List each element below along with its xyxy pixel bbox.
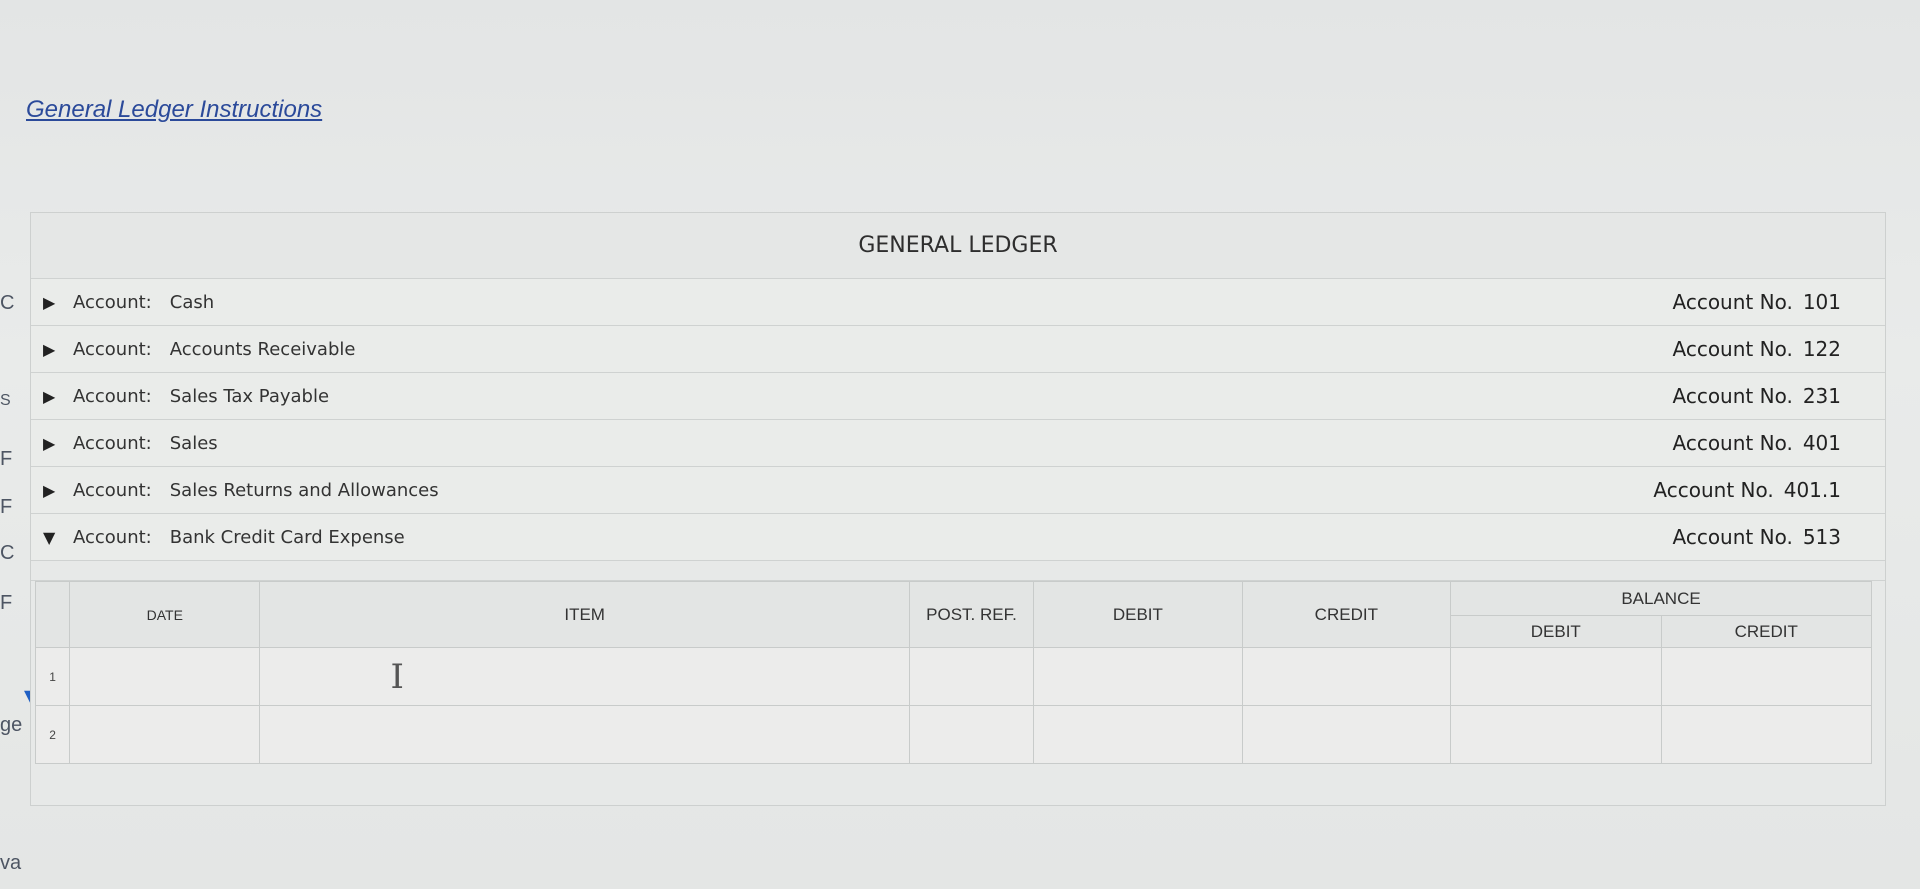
row-number-header [34,581,71,648]
account-number: 101 [1802,290,1841,314]
debit-cell[interactable] [1033,647,1243,706]
left-edge-letter: C [0,292,15,314]
debit-cell[interactable] [1033,705,1243,764]
triangle-right-icon: ▶ [43,433,56,453]
date-cell[interactable] [69,705,261,764]
ledger-entry-table: DATE ITEM POST. REF. DEBIT CREDIT BALANC… [34,581,1872,764]
general-ledger-instructions-link[interactable]: General Ledger Instructions [26,96,322,124]
account-name: Sales Tax Payable [169,385,330,407]
left-edge-clipped-text: C S F F C F ge va [0,0,28,889]
debit-header: DEBIT [1033,581,1243,648]
table-row: 1 I [34,647,1872,706]
account-label: Account: [73,338,152,360]
date-header: DATE [69,581,261,648]
account-label: Account: [73,385,152,407]
post-ref-header: POST. REF. [908,581,1035,648]
item-header: ITEM [259,581,910,648]
account-name: Sales Returns and Allowances [169,479,439,501]
triangle-right-icon: ▶ [43,292,56,312]
credit-cell[interactable] [1241,705,1452,764]
general-ledger-panel: GENERAL LEDGER ▶ Account: Cash Account N… [30,212,1886,806]
section-divider [31,561,1885,581]
text-cursor-icon: I [390,656,404,697]
account-number: 122 [1802,337,1841,361]
account-row-sales[interactable]: ▶ Account: Sales Account No. 401 [31,420,1885,467]
credit-cell[interactable] [1241,647,1452,706]
credit-header: CREDIT [1241,581,1452,648]
item-cell[interactable] [259,705,910,764]
balance-debit-cell[interactable] [1450,705,1662,764]
account-no-label: Account No. [1672,431,1793,455]
post-ref-cell[interactable] [908,647,1035,706]
account-row-bank-credit-card-expense[interactable]: ▼ Account: Bank Credit Card Expense Acco… [31,514,1885,561]
balance-credit-header: CREDIT [1660,615,1872,648]
balance-credit-cell[interactable] [1660,705,1872,764]
left-edge-letter: F [0,448,13,470]
account-name: Cash [169,291,215,313]
account-number: 401 [1802,431,1841,455]
account-no-label: Account No. [1653,478,1774,502]
account-name: Bank Credit Card Expense [169,526,405,548]
left-edge-letter: C [0,542,15,564]
account-label: Account: [73,479,152,501]
account-number: 513 [1802,525,1841,549]
triangle-down-icon: ▼ [43,527,56,547]
table-row: 2 [34,705,1872,764]
balance-header: BALANCE [1450,581,1872,616]
account-name: Accounts Receivable [169,338,356,360]
account-no-label: Account No. [1672,384,1793,408]
left-edge-letter: ge [0,714,23,736]
date-cell[interactable] [69,647,261,706]
account-label: Account: [73,432,152,454]
triangle-right-icon: ▶ [43,386,56,406]
left-edge-letter: F [0,592,13,614]
account-no-label: Account No. [1672,337,1793,361]
left-edge-letter: F [0,496,13,518]
account-row-sales-returns-and-allowances[interactable]: ▶ Account: Sales Returns and Allowances … [31,467,1885,514]
balance-credit-cell[interactable] [1660,647,1872,706]
balance-debit-cell[interactable] [1450,647,1662,706]
account-label: Account: [73,291,152,313]
item-cell[interactable]: I [259,647,910,706]
account-number: 231 [1802,384,1841,408]
left-edge-letter: va [0,852,22,874]
ledger-title: GENERAL LEDGER [31,213,1885,279]
left-edge-letter: S [0,392,11,409]
balance-debit-header: DEBIT [1450,615,1662,648]
row-number: 2 [34,705,71,764]
account-number: 401.1 [1783,478,1841,502]
post-ref-cell[interactable] [908,705,1035,764]
row-number: 1 [34,647,71,706]
account-row-accounts-receivable[interactable]: ▶ Account: Accounts Receivable Account N… [31,326,1885,373]
triangle-right-icon: ▶ [43,480,56,500]
account-row-cash[interactable]: ▶ Account: Cash Account No. 101 [31,279,1885,326]
account-no-label: Account No. [1672,290,1793,314]
account-label: Account: [73,526,152,548]
account-no-label: Account No. [1672,525,1793,549]
account-row-sales-tax-payable[interactable]: ▶ Account: Sales Tax Payable Account No.… [31,373,1885,420]
triangle-right-icon: ▶ [43,339,56,359]
account-name: Sales [169,432,218,454]
